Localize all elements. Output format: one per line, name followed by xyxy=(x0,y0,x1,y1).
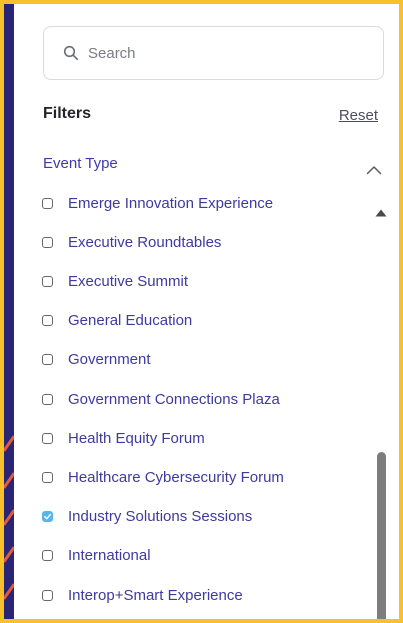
event-type-option-label: Executive Summit xyxy=(68,272,189,290)
decorative-stripe xyxy=(4,509,14,526)
checkbox[interactable] xyxy=(42,236,53,248)
event-type-option[interactable]: Executive Roundtables xyxy=(36,230,221,254)
decorative-stripe xyxy=(4,472,14,489)
decorative-stripe xyxy=(4,583,14,600)
event-type-option-label: Executive Roundtables xyxy=(68,233,222,251)
event-type-option-label: Industry Solutions Sessions xyxy=(68,508,253,526)
event-type-option-label: Healthcare Cybersecurity Forum xyxy=(68,468,284,486)
event-type-options-list: Emerge Innovation Experience Executive Ro… xyxy=(36,183,376,619)
event-type-option[interactable]: Government Connections Plaza xyxy=(36,387,280,411)
event-type-option[interactable]: Interop+Smart Experience xyxy=(36,583,243,607)
decorative-stripe xyxy=(4,435,14,452)
checkbox[interactable] xyxy=(42,197,53,209)
event-type-option[interactable]: Executive Summit xyxy=(36,269,188,293)
checkbox[interactable] xyxy=(42,550,53,562)
event-type-option[interactable]: International xyxy=(36,544,151,568)
event-type-label: Event Type xyxy=(43,154,118,172)
event-type-option[interactable]: Emerge Innovation Experience xyxy=(36,191,273,215)
checkbox-checked[interactable] xyxy=(42,511,53,523)
checkbox[interactable] xyxy=(42,354,53,366)
event-type-option-label: Interop+Smart Experience xyxy=(68,586,243,604)
event-type-option-label: Emerge Innovation Experience xyxy=(68,194,274,212)
left-decorative-strip xyxy=(4,4,14,619)
scrollbar-thumb[interactable] xyxy=(377,452,386,619)
event-type-option[interactable]: Health Equity Forum xyxy=(36,426,205,450)
event-type-option-label: Government xyxy=(68,351,151,369)
checkbox[interactable] xyxy=(42,432,53,444)
checkmark-icon xyxy=(44,513,52,520)
checkbox[interactable] xyxy=(42,315,53,327)
decorative-stripe xyxy=(4,546,14,563)
event-type-option-label: International xyxy=(68,547,151,565)
search-icon xyxy=(63,45,79,61)
checkbox[interactable] xyxy=(42,471,53,483)
scroll-up-arrow-icon[interactable] xyxy=(375,204,387,217)
event-type-toggle[interactable]: Event Type xyxy=(43,152,384,175)
chevron-up-icon[interactable] xyxy=(366,162,382,175)
event-type-option-label: Government Connections Plaza xyxy=(68,390,280,408)
filters-panel: Filters Reset Event Type Emerge Innovati… xyxy=(14,4,399,619)
filters-title: Filters xyxy=(43,105,92,122)
checkbox[interactable] xyxy=(42,275,53,287)
options-scrollbar[interactable] xyxy=(374,199,388,619)
filter-panel-frame: Filters Reset Event Type Emerge Innovati… xyxy=(0,0,403,623)
event-type-option-label: Health Equity Forum xyxy=(68,429,205,447)
reset-link[interactable]: Reset xyxy=(339,107,378,124)
search-box[interactable] xyxy=(43,26,384,80)
checkbox[interactable] xyxy=(42,393,53,405)
event-type-option[interactable]: General Education xyxy=(36,309,192,333)
event-type-option-label: General Education xyxy=(68,312,193,330)
event-type-option[interactable]: Government xyxy=(36,348,151,372)
checkbox[interactable] xyxy=(42,589,53,601)
event-type-option[interactable]: Industry Solutions Sessions xyxy=(36,505,252,529)
event-type-option[interactable]: Healthcare Cybersecurity Forum xyxy=(36,465,284,489)
search-input[interactable] xyxy=(86,43,350,63)
